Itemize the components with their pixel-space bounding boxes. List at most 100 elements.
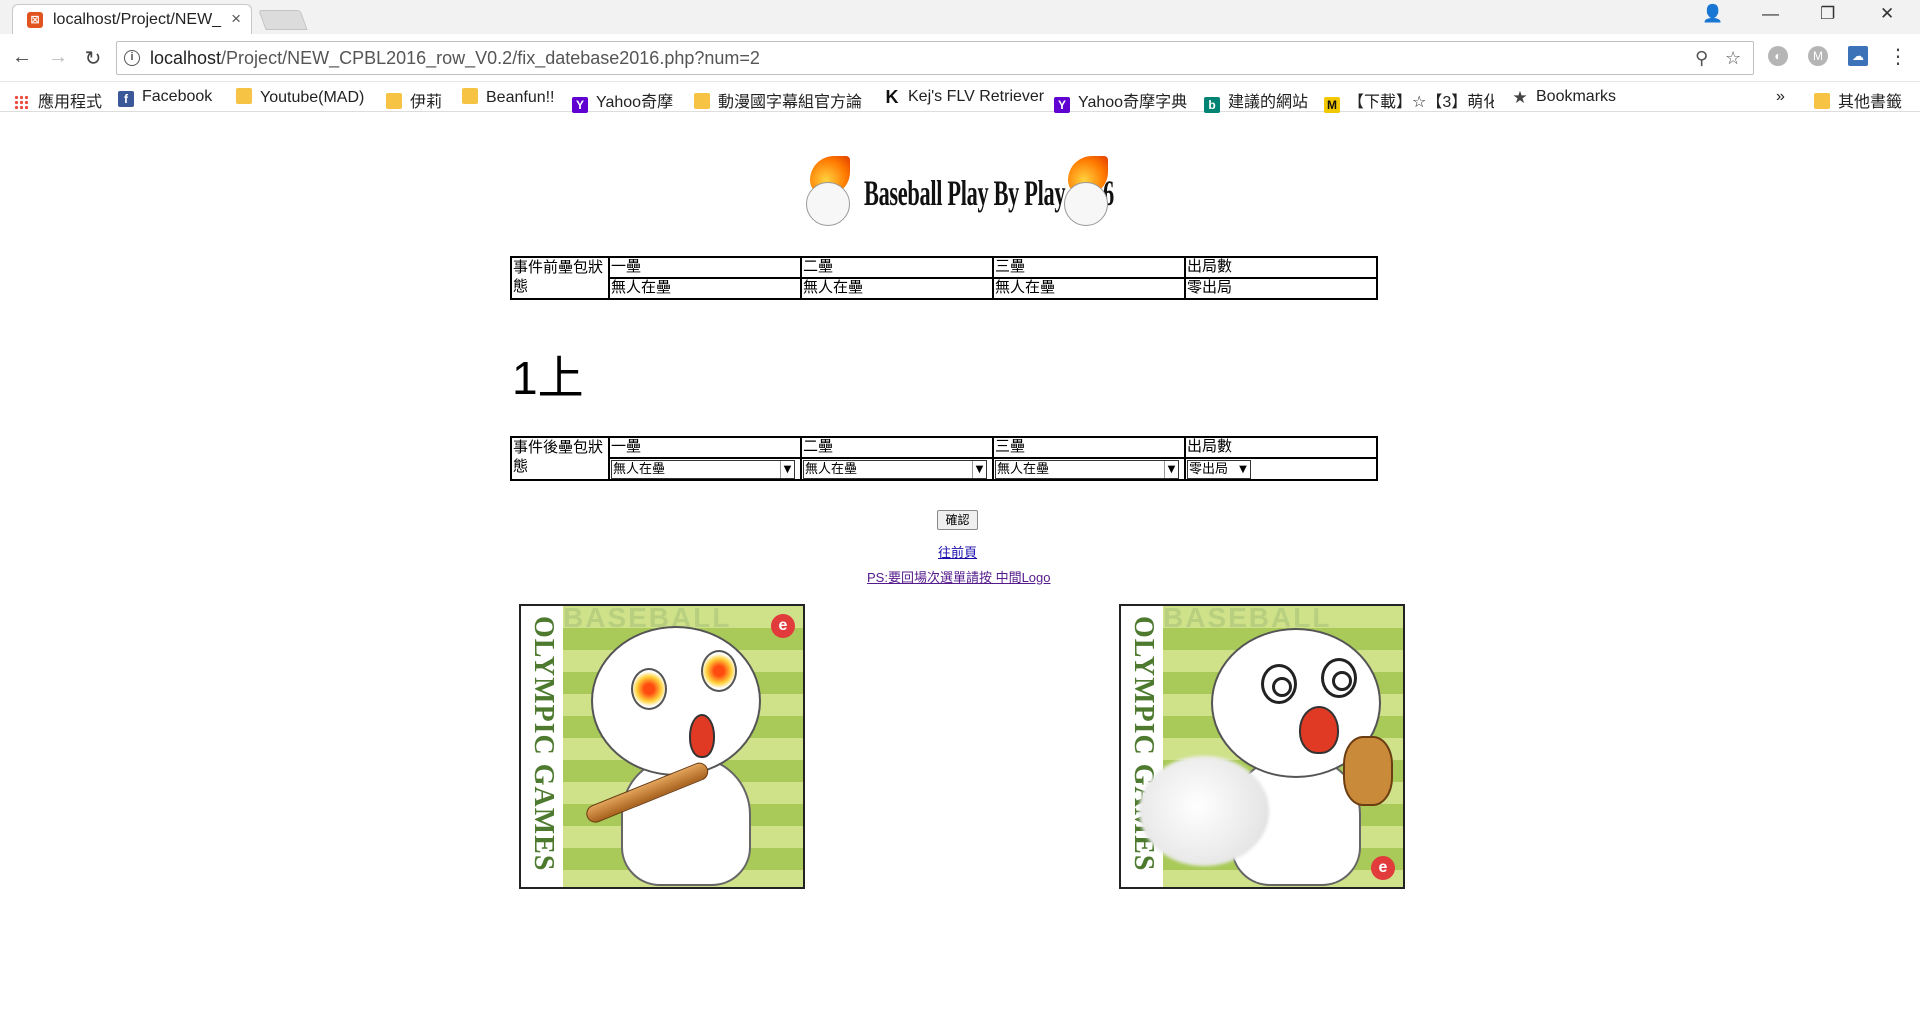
bookmark-apps[interactable]: 應用程式 (14, 88, 102, 112)
swirl-eye-left (1261, 664, 1297, 704)
extension-icon-3[interactable]: ☁ (1848, 46, 1868, 66)
bookmark-label: Beanfun!! (486, 89, 555, 106)
restore-button[interactable]: ❐ (1820, 4, 1835, 24)
url-host: localhost (150, 48, 222, 68)
card-side-text: OLYMPIC GAMES (528, 616, 559, 872)
bookmark-label: 建議的網站 (1228, 94, 1309, 111)
tab-close-icon[interactable]: × (231, 9, 241, 29)
address-bar[interactable]: i localhost/Project/NEW_CPBL2016_row_V0.… (116, 41, 1754, 75)
dropdown-arrow-icon: ▼ (1164, 461, 1178, 478)
back-button[interactable]: ← (10, 46, 34, 69)
extension-icon-1[interactable]: ◐ (1768, 46, 1788, 66)
bookmark-label: 應用程式 (38, 94, 103, 111)
bookmark-star-icon[interactable]: ☆ (1725, 48, 1741, 69)
minimize-button[interactable]: — (1762, 4, 1779, 24)
header-third-base: 三壘 (992, 256, 1186, 279)
tab-title: localhost/Project/NEW_ (53, 11, 222, 28)
bookmark-youtube-mad[interactable]: Youtube(MAD) (236, 88, 364, 107)
browser-tab[interactable]: ⊠ localhost/Project/NEW_ × (12, 4, 252, 34)
reload-button[interactable]: ↻ (81, 46, 105, 71)
first-base-select[interactable]: 無人在壘 ▼ (611, 460, 795, 479)
close-window-button[interactable]: ✕ (1880, 4, 1894, 24)
select-cell: 無人在壘 ▼ (800, 457, 994, 481)
banner-logo[interactable]: Baseball Play By Play 2016 (806, 152, 1114, 232)
folder-icon (236, 88, 252, 104)
zoom-icon[interactable]: ⚲ (1695, 48, 1708, 69)
bookmark-bookmarks[interactable]: ★ Bookmarks (1512, 88, 1616, 106)
table-row: 無人在壘 ▼ 無人在壘 ▼ 無人在壘 ▼ 零出局 ▼ (511, 457, 1378, 481)
yahoo-icon: Y (1054, 97, 1070, 113)
select-value: 無人在壘 (613, 462, 666, 477)
table-row: 事件前壘包狀態 一壘 二壘 三壘 出局數 (510, 256, 1378, 300)
after-status-label: 事件後壘包狀態 (510, 436, 610, 481)
header-second-base: 二壘 (800, 436, 994, 459)
profile-icon[interactable]: 👤 (1702, 4, 1723, 24)
select-value: 零出局 (1189, 462, 1229, 477)
bookmark-suggested-sites[interactable]: b 建議的網站 (1204, 88, 1308, 113)
dropdown-arrow-icon: ▼ (1239, 464, 1247, 475)
folder-icon (462, 88, 478, 104)
cat-head (591, 626, 761, 776)
info-icon[interactable]: i (124, 50, 140, 66)
select-value: 無人在壘 (805, 462, 858, 477)
folder-icon (386, 93, 402, 109)
cat-mouth (1299, 706, 1339, 754)
header-third-base: 三壘 (992, 436, 1186, 459)
bookmark-label: Yahoo奇摩 (596, 94, 674, 111)
confirm-button[interactable]: 確認 (937, 510, 978, 530)
bookmarks-overflow-button[interactable]: » (1776, 88, 1785, 106)
chrome-menu-icon[interactable]: ⋮ (1888, 44, 1908, 69)
dropdown-arrow-icon: ▼ (780, 461, 794, 478)
select-cell: 無人在壘 ▼ (608, 457, 802, 481)
bookmark-label: 【下載】☆【3】萌化 (1348, 94, 1494, 111)
bookmark-facebook[interactable]: f Facebook (118, 88, 212, 107)
header-second-base: 二壘 (800, 256, 994, 279)
new-tab-button[interactable] (258, 10, 308, 30)
header-first-base: 一壘 (608, 436, 802, 459)
batter-cat-image: BASEBALL OLYMPIC GAMES e (519, 604, 805, 889)
bookmark-other[interactable]: 其他書籤 (1814, 88, 1902, 112)
url-text[interactable]: localhost/Project/NEW_CPBL2016_row_V0.2/… (150, 48, 760, 69)
bookmark-dmhy[interactable]: 動漫國字幕組官方論 (694, 88, 862, 112)
bookmark-label: Youtube(MAD) (260, 89, 365, 106)
bookmark-eyny[interactable]: 伊莉 (386, 88, 442, 112)
facebook-icon: f (118, 91, 134, 107)
value-first-base: 無人在壘 (608, 277, 802, 300)
bookmark-yahoo-dict[interactable]: Y Yahoo奇摩字典 (1054, 88, 1187, 113)
header-outs: 出局數 (1184, 436, 1378, 459)
table-row: 無人在壘 無人在壘 無人在壘 零出局 (511, 277, 1378, 300)
extension-icon-2[interactable]: M (1808, 46, 1828, 66)
third-base-select[interactable]: 無人在壘 ▼ (995, 460, 1179, 479)
header-outs: 出局數 (1184, 256, 1378, 279)
bookmark-label: Yahoo奇摩字典 (1078, 94, 1188, 111)
bookmark-beanfun[interactable]: Beanfun!! (462, 88, 555, 107)
folder-icon (694, 93, 710, 109)
bookmark-yahoo[interactable]: Y Yahoo奇摩 (572, 88, 673, 113)
swirl-eye-right (1321, 658, 1357, 698)
value-outs: 零出局 (1184, 277, 1378, 300)
folder-icon (1814, 93, 1830, 109)
before-status-label: 事件前壘包狀態 (510, 256, 610, 300)
table-row: 事件後壘包狀態 一壘 二壘 三壘 出局數 (510, 436, 1378, 481)
outs-select[interactable]: 零出局 ▼ (1187, 460, 1251, 479)
flame-eye-left (631, 668, 667, 710)
select-value: 無人在壘 (997, 462, 1050, 477)
browser-toolbar: ← → ↻ i localhost/Project/NEW_CPBL2016_r… (0, 34, 1920, 82)
pitcher-cat-image: BASEBALL OLYMPIC GAMES e (1119, 604, 1405, 889)
bookmark-label: 其他書籤 (1838, 94, 1903, 111)
header-first-base: 一壘 (608, 256, 802, 279)
bookmark-label: Kej's FLV Retriever (908, 88, 1045, 105)
back-to-menu-note-link[interactable]: PS:要回場次選單請按 中間Logo (867, 567, 1051, 586)
forward-button[interactable]: → (46, 46, 70, 69)
before-event-table: 事件前壘包狀態 一壘 二壘 三壘 出局數 無人在壘 無人在壘 無人在壘 零出局 (510, 256, 1378, 300)
baseball-right-icon (1064, 182, 1108, 226)
e-logo-badge: e (771, 614, 795, 638)
second-base-select[interactable]: 無人在壘 ▼ (803, 460, 987, 479)
previous-page-link[interactable]: 往前頁 (938, 542, 977, 561)
bookmark-download[interactable]: M 【下載】☆【3】萌化 (1324, 88, 1494, 113)
apps-grid-icon (14, 95, 28, 109)
bookmark-kej-flv[interactable]: K Kej's FLV Retriever (884, 88, 1045, 106)
dropdown-arrow-icon: ▼ (972, 461, 986, 478)
bookmarks-bar: 應用程式 f Facebook Youtube(MAD) 伊莉 Beanfun!!… (0, 82, 1920, 113)
after-event-table: 事件後壘包狀態 一壘 二壘 三壘 出局數 無人在壘 ▼ 無人在壘 ▼ 無人在壘 ▼ 零… (510, 436, 1378, 481)
